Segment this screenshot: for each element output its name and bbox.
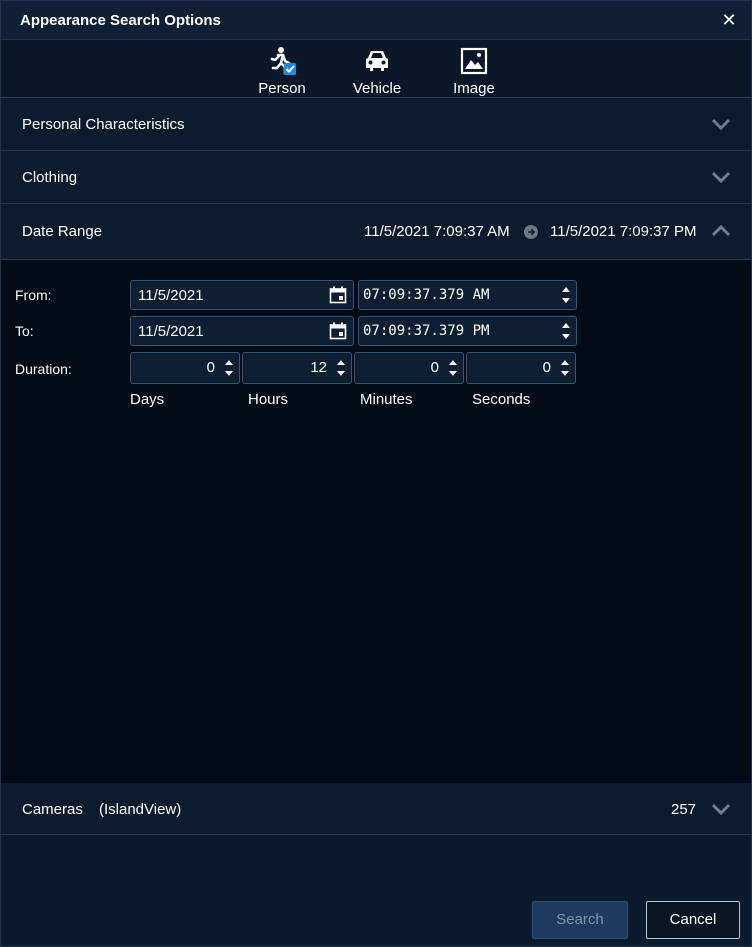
- car-icon: [366, 51, 388, 71]
- type-person-button[interactable]: Person: [247, 44, 317, 98]
- cameras-site-name: (IslandView): [99, 801, 182, 818]
- section-cameras[interactable]: Cameras (IslandView) 257: [1, 783, 751, 835]
- type-vehicle-button[interactable]: Vehicle: [342, 44, 412, 98]
- duration-minutes-input[interactable]: 0: [354, 352, 464, 384]
- spin-down-icon[interactable]: [560, 295, 572, 307]
- dialog-title: Appearance Search Options: [20, 12, 221, 29]
- spin-up-icon[interactable]: [559, 356, 571, 368]
- type-person-label: Person: [258, 80, 306, 97]
- spin-down-icon[interactable]: [560, 331, 572, 343]
- duration-seconds-input[interactable]: 0: [466, 352, 576, 384]
- section-date-range[interactable]: Date Range 11/5/2021 7:09:37 AM 11/5/202…: [1, 205, 751, 258]
- spin-up-icon[interactable]: [447, 356, 459, 368]
- spin-up-icon[interactable]: [560, 283, 572, 295]
- hours-spinner: [335, 356, 347, 380]
- section-label: Clothing: [22, 169, 78, 186]
- duration-days-input[interactable]: 0: [130, 352, 240, 384]
- calendar-icon[interactable]: [329, 322, 347, 340]
- spin-down-icon[interactable]: [223, 368, 235, 380]
- minutes-spinner: [447, 356, 459, 380]
- appearance-search-dialog: Appearance Search Options ✕ Person Vehic…: [0, 0, 752, 947]
- days-spinner: [223, 356, 235, 380]
- seconds-spinner: [559, 356, 571, 380]
- from-time-value: 07:09:37.379 AM: [363, 287, 490, 303]
- section-clothing[interactable]: Clothing: [1, 151, 751, 204]
- type-image-label: Image: [453, 80, 495, 97]
- duration-seconds-value: 0: [542, 359, 551, 376]
- duration-label: Duration:: [15, 361, 72, 377]
- minutes-unit-label: Minutes: [360, 391, 413, 408]
- cameras-count: 257: [671, 801, 697, 818]
- to-label: To:: [15, 323, 34, 339]
- date-range-summary-to: 11/5/2021 7:09:37 PM: [550, 223, 697, 240]
- days-unit-label: Days: [130, 391, 165, 408]
- search-button[interactable]: Search: [532, 901, 628, 939]
- section-label: Personal Characteristics: [22, 116, 185, 133]
- chevron-down-icon: [711, 803, 731, 816]
- arrow-right-icon: [524, 225, 538, 239]
- duration-minutes-value: 0: [430, 359, 439, 376]
- spin-up-icon[interactable]: [223, 356, 235, 368]
- spin-down-icon[interactable]: [335, 368, 347, 380]
- title-bar: Appearance Search Options ✕: [1, 1, 751, 40]
- to-time-value: 07:09:37.379 PM: [363, 323, 490, 339]
- image-icon: [460, 47, 488, 75]
- search-type-bar: Person Vehicle Image: [1, 40, 751, 98]
- close-icon[interactable]: ✕: [719, 9, 739, 31]
- calendar-icon[interactable]: [329, 286, 347, 304]
- section-label: Date Range: [22, 223, 103, 240]
- from-label: From:: [15, 287, 52, 303]
- to-date-value: 11/5/2021: [138, 323, 204, 340]
- duration-hours-input[interactable]: 12: [242, 352, 352, 384]
- cancel-button[interactable]: Cancel: [646, 901, 740, 939]
- duration-days-value: 0: [206, 359, 215, 376]
- seconds-unit-label: Seconds: [472, 391, 531, 408]
- type-image-button[interactable]: Image: [439, 44, 509, 98]
- spin-down-icon[interactable]: [447, 368, 459, 380]
- dialog-footer: Search Cancel: [1, 835, 751, 946]
- spin-up-icon[interactable]: [560, 319, 572, 331]
- spin-up-icon[interactable]: [335, 356, 347, 368]
- chevron-up-icon: [711, 224, 731, 237]
- section-label: Cameras: [22, 801, 83, 818]
- person-running-icon: [270, 47, 296, 75]
- to-date-input[interactable]: 11/5/2021: [130, 316, 354, 346]
- to-time-spinner: [560, 319, 572, 343]
- duration-hours-value: 12: [310, 359, 327, 376]
- chevron-down-icon: [711, 171, 731, 184]
- to-time-input[interactable]: 07:09:37.379 PM: [358, 316, 577, 346]
- section-personal-characteristics[interactable]: Personal Characteristics: [1, 98, 751, 151]
- from-date-input[interactable]: 11/5/2021: [130, 280, 354, 310]
- from-time-spinner: [560, 283, 572, 307]
- spin-down-icon[interactable]: [559, 368, 571, 380]
- date-range-summary-from: 11/5/2021 7:09:37 AM: [364, 223, 510, 240]
- from-date-value: 11/5/2021: [138, 287, 204, 304]
- chevron-down-icon: [711, 118, 731, 131]
- hours-unit-label: Hours: [248, 391, 289, 408]
- from-time-input[interactable]: 07:09:37.379 AM: [358, 280, 577, 310]
- type-vehicle-label: Vehicle: [352, 80, 402, 97]
